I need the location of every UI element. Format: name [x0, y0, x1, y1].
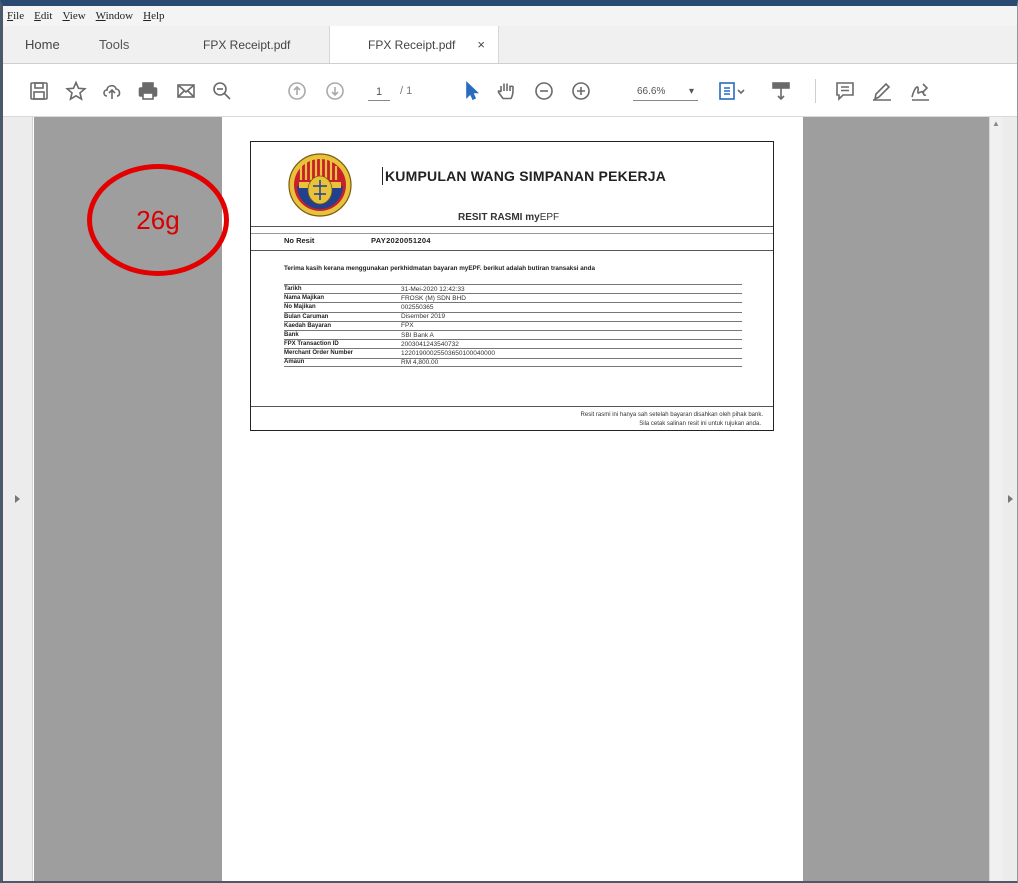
chevron-right-icon — [1007, 495, 1013, 503]
receipt-document: KUMPULAN WANG SIMPANAN PEKERJA RESIT RAS… — [250, 141, 774, 431]
row-value: FPX — [401, 322, 414, 330]
pdf-viewer-window: File Edit View Window Help Home Tools FP… — [0, 0, 1018, 883]
thank-you-message: Terima kasih kerana menggunakan perkhidm… — [284, 265, 595, 272]
footer-note-2: Sila cetak salinan resit ini untuk rujuk… — [639, 421, 761, 427]
comment-icon[interactable] — [833, 79, 857, 103]
toolbar-separator — [815, 79, 816, 103]
left-panel-toggle[interactable] — [3, 117, 33, 881]
receipt-number-value: PAY2020051204 — [371, 236, 431, 245]
row-label: Bank — [284, 332, 299, 339]
organisation-name: KUMPULAN WANG SIMPANAN PEKERJA — [381, 167, 667, 185]
bookmark-star-icon[interactable] — [64, 79, 88, 103]
page-up-icon[interactable] — [285, 79, 309, 103]
chevron-down-icon: ▾ — [688, 86, 694, 97]
tab-document-2-label: FPX Receipt.pdf — [368, 37, 456, 52]
divider-footer — [251, 406, 773, 407]
menu-help[interactable]: Help — [143, 10, 164, 22]
zoom-out-icon[interactable] — [532, 79, 556, 103]
pdf-page: KUMPULAN WANG SIMPANAN PEKERJA RESIT RAS… — [222, 117, 803, 881]
receipt-title-bold: RESIT RASMI my — [458, 212, 540, 223]
row-label: Tarikh — [284, 286, 302, 293]
tab-bar: Home Tools FPX Receipt.pdf FPX Receipt.p… — [3, 26, 1017, 64]
divider-receipt-number — [251, 250, 773, 251]
table-row: No Majikan 002550365 — [284, 302, 742, 311]
table-row: FPX Transaction ID 2003041243540732 — [284, 339, 742, 348]
scroll-up-arrow-icon[interactable]: ▲ — [992, 119, 1000, 128]
hand-tool-icon[interactable] — [494, 79, 518, 103]
row-value: 12201900025503650100040000 — [401, 349, 495, 357]
page-fit-icon[interactable] — [715, 79, 749, 103]
highlight-pen-icon[interactable] — [870, 79, 894, 103]
row-label: Amaun — [284, 359, 305, 366]
email-icon[interactable] — [174, 79, 198, 103]
print-icon[interactable] — [136, 79, 160, 103]
row-label: Merchant Order Number — [284, 350, 354, 357]
save-icon[interactable] — [27, 79, 51, 103]
page-number-input[interactable] — [368, 83, 390, 101]
menu-window[interactable]: Window — [96, 10, 133, 22]
select-arrow-icon[interactable] — [459, 79, 483, 103]
close-tab-icon[interactable]: × — [477, 37, 485, 52]
sign-icon[interactable] — [908, 79, 932, 103]
toolbar: / 1 66.6% ▾ — [3, 65, 1017, 117]
table-row: Merchant Order Number 1220190002550365010… — [284, 348, 742, 357]
page-down-icon[interactable] — [323, 79, 347, 103]
menu-edit[interactable]: Edit — [34, 10, 52, 22]
footer-note-1: Resit rasmi ini hanya sah setelah bayara… — [580, 412, 763, 418]
row-label: FPX Transaction ID — [284, 341, 339, 348]
row-value: SBI Bank A — [401, 331, 434, 339]
row-value: Disember 2019 — [401, 313, 446, 321]
table-row: Amaun RM 4,800.00 — [284, 357, 742, 367]
vertical-scrollbar[interactable]: ▲ — [989, 117, 1003, 881]
row-value: 31-Mei-2020 12:42:33 — [401, 285, 465, 293]
table-row: Nama Majikan FROSK (M) SDN BHD — [284, 293, 742, 302]
tab-tools[interactable]: Tools — [69, 26, 159, 63]
tab-home[interactable]: Home — [3, 26, 69, 63]
table-row: Bulan Caruman Disember 2019 — [284, 311, 742, 321]
zoom-level-select[interactable]: 66.6% ▾ — [633, 83, 698, 101]
table-row: Bank SBI Bank A — [284, 329, 742, 339]
tab-document-1[interactable]: FPX Receipt.pdf — [159, 26, 329, 63]
table-row: Tarikh 31-Mei-2020 12:42:33 — [284, 284, 742, 293]
annotation-circle: 26g — [87, 164, 229, 276]
annotation-label: 26g — [136, 204, 180, 235]
zoom-in-icon[interactable] — [569, 79, 593, 103]
tab-document-2-active[interactable]: FPX Receipt.pdf × — [329, 26, 499, 63]
kwsp-logo — [288, 153, 352, 217]
receipt-title: RESIT RASMI myEPF — [458, 212, 559, 223]
row-value: 002550365 — [401, 303, 434, 311]
right-panel-toggle[interactable] — [1003, 117, 1017, 881]
scroll-mode-icon[interactable] — [769, 79, 793, 103]
row-value: FROSK (M) SDN BHD — [401, 294, 466, 302]
receipt-title-light: EPF — [539, 212, 560, 223]
row-value: 2003041243540732 — [401, 340, 459, 348]
zoom-level-value: 66.6% — [637, 86, 666, 97]
chevron-right-icon — [15, 495, 20, 503]
page-total-label: / 1 — [400, 85, 413, 97]
row-value: RM 4,800.00 — [401, 358, 439, 366]
viewer-background-right — [803, 117, 989, 881]
transaction-details-table: Tarikh 31-Mei-2020 12:42:33 Nama Majikan F… — [284, 284, 742, 367]
menu-view[interactable]: View — [62, 10, 85, 22]
menu-file[interactable]: File — [7, 10, 24, 22]
menu-bar: File Edit View Window Help — [3, 6, 1017, 26]
divider-top-thin — [251, 233, 773, 234]
row-label: Bulan Caruman — [284, 313, 329, 320]
divider-top — [251, 226, 773, 227]
upload-cloud-icon[interactable] — [100, 79, 124, 103]
zoom-search-icon[interactable] — [210, 79, 234, 103]
row-label: No Majikan — [284, 304, 316, 311]
row-label: Nama Majikan — [284, 295, 325, 302]
receipt-number-label: No Resit — [284, 236, 315, 245]
table-row: Kaedah Bayaran FPX — [284, 320, 742, 330]
row-label: Kaedah Bayaran — [284, 322, 332, 329]
